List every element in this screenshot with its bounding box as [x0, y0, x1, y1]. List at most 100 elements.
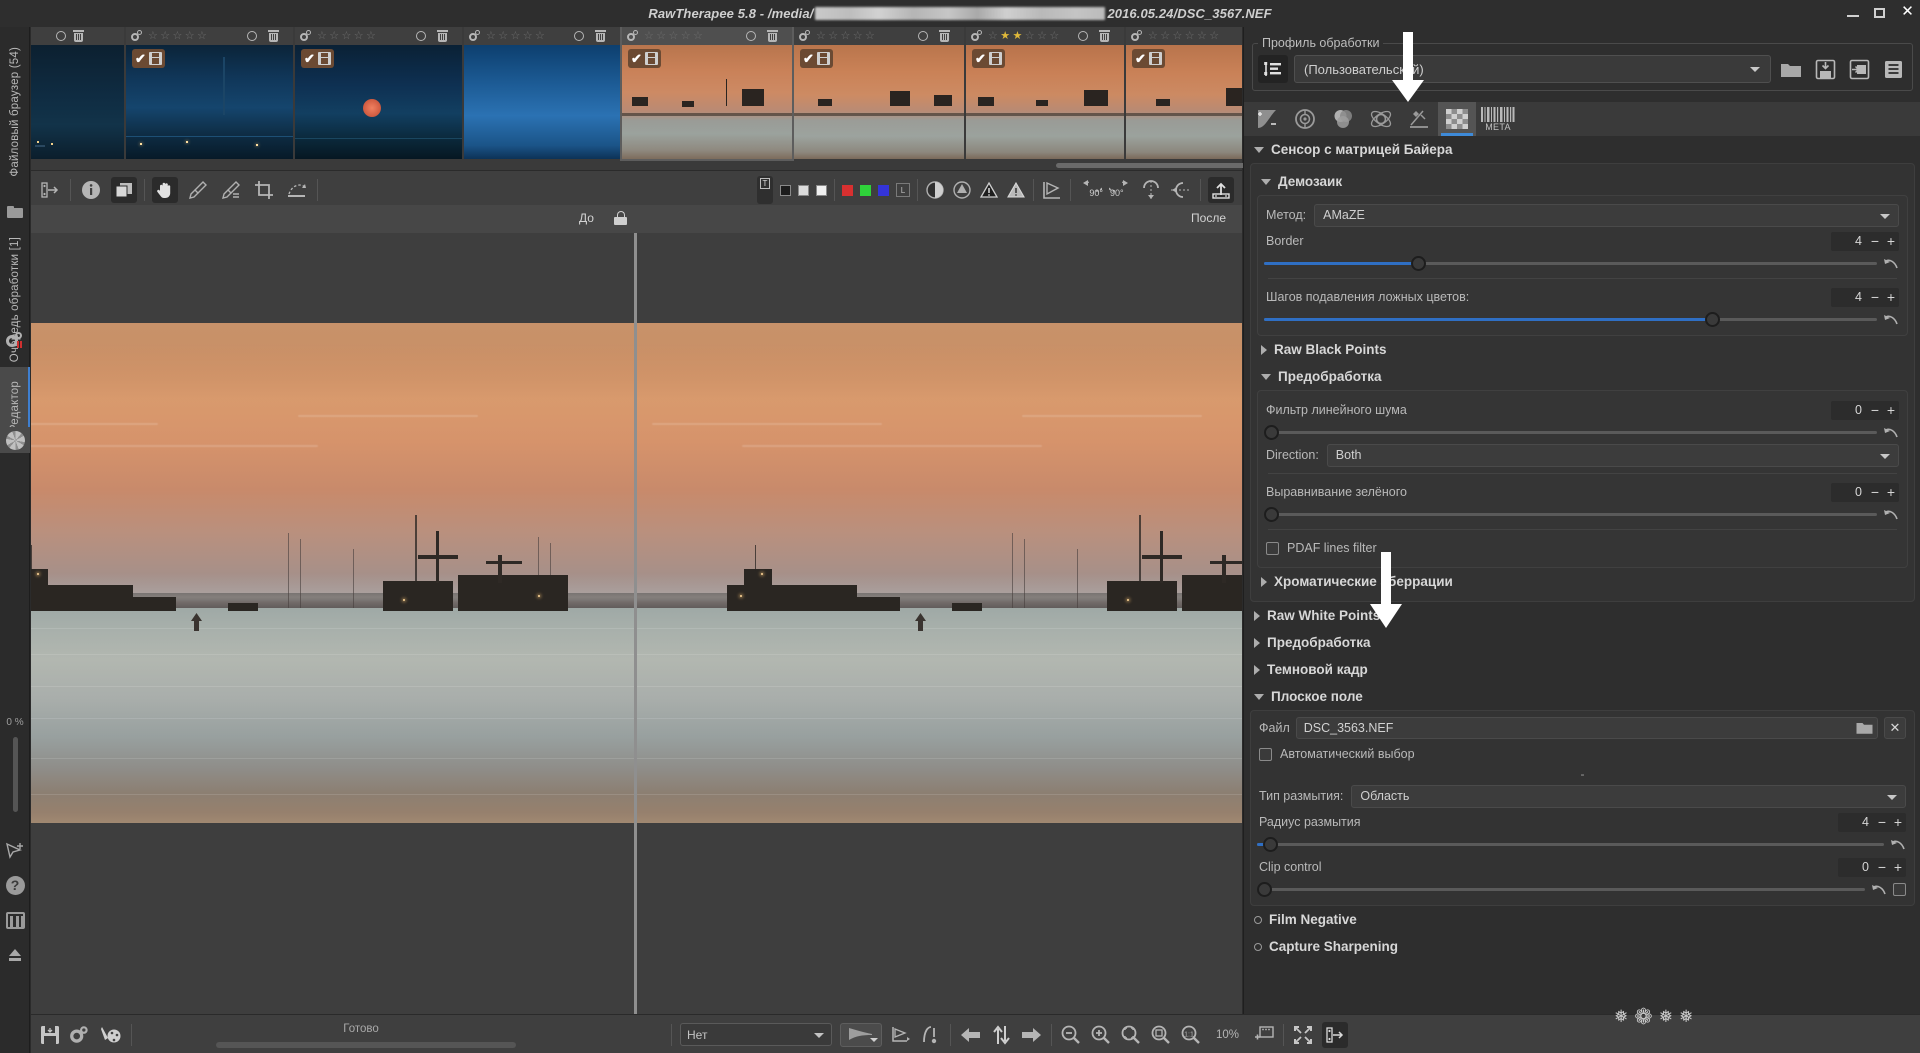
- hand-tool-icon[interactable]: [152, 177, 178, 203]
- decrement-button[interactable]: −: [1867, 232, 1883, 251]
- tab-advanced[interactable]: [1362, 102, 1400, 136]
- unsaved-marker-icon[interactable]: [1078, 31, 1088, 41]
- lab-swatch[interactable]: L: [896, 183, 910, 197]
- hide-panels-icon[interactable]: [1322, 1021, 1349, 1048]
- trash-icon[interactable]: [73, 30, 84, 42]
- histogram-mode-icon[interactable]: [840, 1022, 882, 1047]
- sync-icon[interactable]: [991, 1024, 1011, 1046]
- queue-icon[interactable]: [70, 1025, 89, 1043]
- increment-button[interactable]: +: [1890, 813, 1906, 832]
- section-dark-frame[interactable]: Темновой кадр: [1244, 656, 1920, 683]
- color-swatch-green[interactable]: [860, 184, 871, 196]
- aperture-icon[interactable]: [0, 427, 30, 453]
- minimize-icon[interactable]: [1847, 7, 1860, 20]
- file-info-icon[interactable]: [78, 177, 104, 203]
- rating-stars[interactable]: ☆☆☆☆☆: [486, 29, 547, 42]
- increment-button[interactable]: +: [1883, 288, 1899, 307]
- list-item[interactable]: ☆☆☆☆☆: [464, 27, 620, 159]
- green-equilibration-slider[interactable]: [1264, 507, 1877, 522]
- decrement-button[interactable]: −: [1874, 813, 1890, 832]
- flip-vertical-icon[interactable]: [1140, 180, 1162, 200]
- zoom-fit-icon[interactable]: [1120, 1024, 1142, 1046]
- filmstrip[interactable]: ☆☆☆☆☆ ✔ ☆☆☆☆☆ ✔ ☆☆☆☆☆ ☆☆☆☆☆ ✔ ☆☆☆☆☆ ✔ ☆★…: [31, 27, 1242, 170]
- line-noise-spinner[interactable]: 0 − +: [1831, 400, 1899, 420]
- clear-flat-field-button[interactable]: ✕: [1884, 717, 1906, 739]
- unsaved-marker-icon[interactable]: [416, 31, 426, 41]
- section-film-negative[interactable]: Film Negative: [1244, 906, 1920, 933]
- clipping-indicator-icon[interactable]: [925, 180, 945, 200]
- trash-icon[interactable]: [1099, 30, 1110, 42]
- before-after-icon[interactable]: [111, 177, 137, 203]
- tab-color[interactable]: [1324, 102, 1362, 136]
- section-raw-white-points[interactable]: Raw White Points: [1244, 602, 1920, 629]
- reset-line-noise-icon[interactable]: [1883, 426, 1899, 440]
- tab-metadata[interactable]: META: [1476, 102, 1520, 136]
- list-item[interactable]: ☆☆☆☆☆ ✔: [126, 27, 293, 159]
- decrement-button[interactable]: −: [1867, 483, 1883, 502]
- gamut-warning-icon[interactable]: [952, 180, 972, 200]
- false-color-slider[interactable]: [1264, 312, 1877, 327]
- clip-control-slider-row[interactable]: [1251, 880, 1914, 899]
- clip-control-spinner[interactable]: 0 − +: [1838, 857, 1906, 877]
- border-slider-row[interactable]: [1258, 254, 1907, 273]
- blur-radius-spinner[interactable]: 4 − +: [1838, 812, 1906, 832]
- shadow-clip-icon[interactable]: [979, 180, 999, 200]
- section-chromatic-aberration[interactable]: Хроматические аберрации: [1251, 568, 1914, 595]
- unsaved-marker-icon[interactable]: [574, 31, 584, 41]
- filmstrip-scrollbar[interactable]: [31, 162, 1286, 169]
- mono-swatch-gray[interactable]: [798, 184, 809, 196]
- folder-icon[interactable]: [0, 199, 30, 225]
- highlight-clip-icon[interactable]: [1006, 180, 1026, 200]
- send-to-editor-icon[interactable]: [99, 1024, 121, 1046]
- green-equilibration-slider-row[interactable]: [1258, 505, 1907, 524]
- trash-icon[interactable]: [595, 30, 606, 42]
- rating-stars[interactable]: ☆☆☆☆☆: [816, 29, 877, 42]
- blur-radius-slider[interactable]: [1257, 837, 1884, 852]
- unsaved-marker-icon[interactable]: [746, 31, 756, 41]
- section-flat-field[interactable]: Плоское поле: [1244, 683, 1920, 710]
- help-icon[interactable]: ?: [0, 872, 30, 898]
- toggle-icon[interactable]: [1254, 915, 1262, 924]
- color-swatch-blue[interactable]: [878, 184, 889, 196]
- open-profile-icon[interactable]: [1777, 55, 1805, 83]
- sidebar-item-file-browser[interactable]: Файловый браузер (54): [0, 27, 30, 197]
- border-spinner[interactable]: 4 − +: [1831, 231, 1899, 251]
- blur-type-select[interactable]: Область: [1351, 784, 1906, 808]
- color-swatch-red[interactable]: [842, 184, 853, 196]
- line-noise-slider[interactable]: [1264, 425, 1877, 440]
- list-item[interactable]: [31, 27, 124, 159]
- pdaf-row[interactable]: PDAF lines filter: [1258, 535, 1907, 561]
- trash-icon[interactable]: [268, 30, 279, 42]
- section-preprocessing[interactable]: Предобработка: [1251, 363, 1914, 390]
- zoom-out-icon[interactable]: [1060, 1024, 1082, 1046]
- list-item[interactable]: ☆☆☆☆☆☆ ✔: [1126, 27, 1242, 159]
- unsaved-marker-icon[interactable]: [56, 31, 66, 41]
- trash-icon[interactable]: [437, 30, 448, 42]
- trash-icon[interactable]: [767, 30, 778, 42]
- decrement-button[interactable]: −: [1867, 401, 1883, 420]
- list-item[interactable]: ☆☆☆☆☆ ✔: [295, 27, 462, 159]
- clip-control-slider[interactable]: [1257, 882, 1865, 897]
- exit-icon[interactable]: [0, 942, 30, 968]
- section-demosaic[interactable]: Демозаик: [1251, 168, 1914, 195]
- previous-image-icon[interactable]: [959, 1025, 983, 1045]
- tab-raw[interactable]: [1438, 102, 1476, 136]
- auto-select-row[interactable]: Автоматический выбор: [1251, 741, 1914, 767]
- increment-button[interactable]: +: [1883, 401, 1899, 420]
- profile-list-icon[interactable]: [1258, 55, 1288, 83]
- spot-wb-picker-icon[interactable]: [218, 177, 244, 203]
- reset-green-equilibration-icon[interactable]: [1883, 508, 1899, 522]
- unsaved-marker-icon[interactable]: [247, 31, 257, 41]
- crop-icon[interactable]: [251, 177, 277, 203]
- direction-select[interactable]: Both: [1326, 443, 1899, 467]
- flip-horizontal-icon[interactable]: [1169, 180, 1193, 200]
- after-pane[interactable]: [637, 233, 1242, 1014]
- list-item[interactable]: ☆★★☆☆☆ ✔: [966, 27, 1124, 159]
- pdaf-checkbox[interactable]: [1266, 541, 1279, 555]
- zoom-crop-icon[interactable]: [1150, 1024, 1172, 1046]
- mono-swatch-black[interactable]: [780, 184, 791, 196]
- show-hide-right-panel-icon[interactable]: [1208, 177, 1234, 203]
- before-pane[interactable]: [31, 233, 634, 1014]
- image-comparison-area[interactable]: [31, 233, 1242, 1014]
- tab-detail[interactable]: [1286, 102, 1324, 136]
